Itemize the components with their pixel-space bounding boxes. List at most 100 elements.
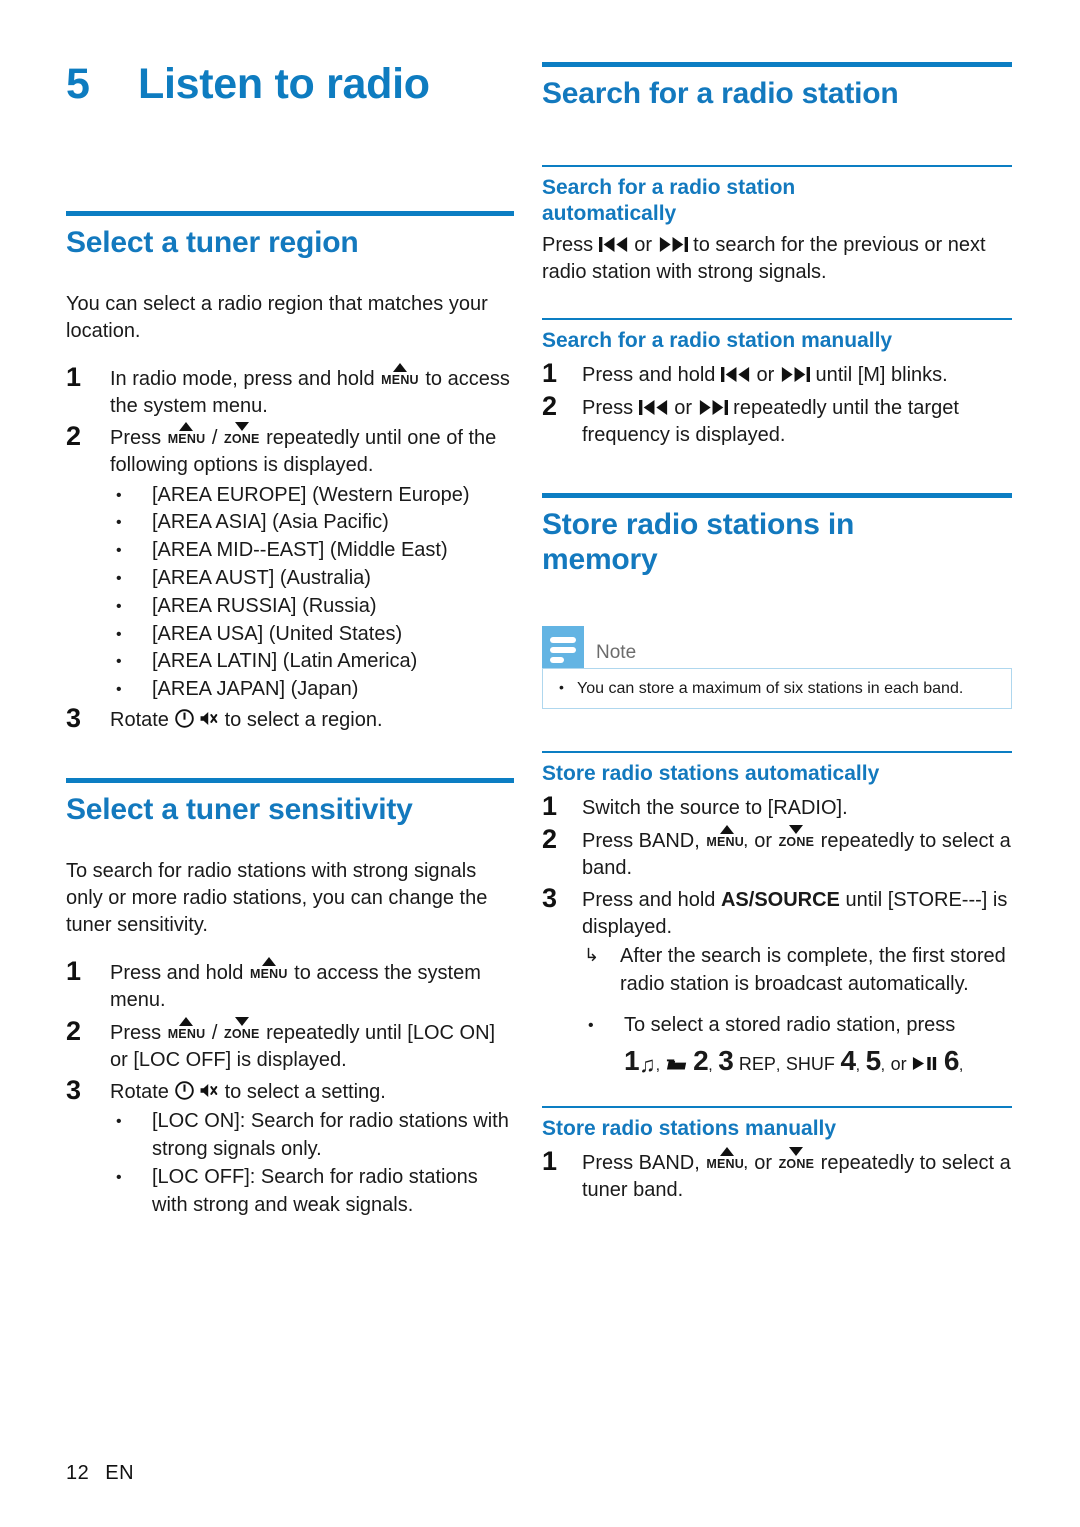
- as-source-button-label: AS/SOURCE: [720, 889, 840, 912]
- list-item-text: [AREA RUSSIA] (Russia): [152, 593, 514, 621]
- subsection-heading-line1: Search for a radio station: [542, 176, 796, 200]
- page-number: 12: [66, 1462, 90, 1484]
- step-number: 2: [66, 421, 82, 452]
- step-text: In radio mode, press and hold MENU to ac…: [110, 362, 514, 420]
- list-item: • [LOC ON]: Search for radio stations wit…: [110, 1108, 514, 1164]
- bullet-dot: •: [116, 625, 122, 643]
- menu-button-glyph: MENU: [167, 422, 207, 446]
- step-text-part: Press: [110, 1021, 162, 1044]
- step-2: 2 Press MENU / ZONE repeatedly until [LO…: [66, 1016, 514, 1074]
- step-3: 3 Rotate to select a setting.: [66, 1076, 514, 1106]
- preset-3-label: 3: [718, 1044, 734, 1076]
- power-icon: [174, 1081, 194, 1100]
- step-text-part: Rotate: [110, 1080, 169, 1103]
- text-part: Press BAND,: [582, 829, 700, 852]
- step-text: Press and hold MENU to access the system…: [110, 957, 514, 1014]
- note-icon: [542, 625, 584, 668]
- bullet-dot: •: [559, 678, 564, 695]
- zone-button-glyph: ZONE: [778, 824, 816, 849]
- page-footer: 12 EN: [66, 1462, 134, 1485]
- previous-track-icon: [598, 236, 627, 252]
- step-text-part: Press: [110, 427, 162, 450]
- list-item-text: [AREA ASIA] (Asia Pacific): [152, 509, 514, 537]
- note-item-text: You can store a maximum of six stations …: [577, 679, 964, 697]
- step-1: 1 Press and hold or until [M] blinks.: [542, 359, 1012, 389]
- menu-button-label: MENU: [167, 1026, 206, 1041]
- play-pause-icon: [913, 1056, 937, 1070]
- subsection-rule: [542, 751, 1012, 754]
- step-text: Press or repeatedly until the target fre…: [582, 392, 1012, 449]
- tuner-sensitivity-steps: 1 Press and hold MENU to access the syst…: [66, 957, 514, 1106]
- zone-button-label: ZONE: [223, 432, 260, 447]
- preset-button-row: 1♫, 2, 3 REP, SHUF 4, 5, or 6,: [624, 1044, 964, 1077]
- step-text-part: In radio mode, press and hold: [110, 367, 375, 390]
- text-part: or: [754, 1151, 773, 1174]
- preset-5-label: 5: [865, 1044, 882, 1076]
- search-manual-steps: 1 Press and hold or until [M] blinks. 2 …: [542, 359, 1012, 449]
- area-code: [AREA LATIN]: [152, 650, 278, 673]
- text-part: or: [674, 396, 693, 419]
- store-auto-steps: 1 Switch the source to [RADIO]. 2 Press …: [542, 792, 1012, 941]
- list-item: • [LOC OFF]: Search for radio stations wi…: [110, 1164, 514, 1220]
- area-desc: (Western Europe): [312, 483, 470, 506]
- area-desc: (Middle East): [329, 539, 448, 562]
- step-number: 1: [66, 956, 82, 987]
- preset-1-label: 1: [624, 1044, 640, 1076]
- music-note-icon: ♫: [639, 1051, 656, 1077]
- preset-intro-text: To select a stored radio station, press: [624, 1013, 956, 1036]
- step-text: Press MENU / ZONE repeatedly until one o…: [110, 422, 514, 479]
- mute-icon: [200, 1083, 218, 1097]
- bullet-dot: •: [116, 1168, 122, 1186]
- list-item: • [AREA LATIN] (Latin America): [110, 648, 514, 676]
- bullet-dot: •: [116, 597, 122, 615]
- list-item: • [AREA MID--EAST] (Middle East): [110, 537, 514, 565]
- bullet-dot: •: [116, 514, 122, 532]
- list-item-text: [AREA USA] (United States): [152, 621, 514, 649]
- text-part: Press and hold: [582, 364, 716, 387]
- menu-button-label: MENU: [249, 967, 288, 982]
- note-header: Note: [542, 625, 1012, 668]
- step-text: Press and hold AS/SOURCE until [STORE---…: [582, 884, 1012, 941]
- subsection-heading-search-manual: Search for a radio station manually: [542, 329, 893, 353]
- preset-6-label: 6: [943, 1044, 960, 1076]
- area-desc: (Russia): [302, 594, 377, 617]
- bullet-dot: •: [116, 486, 122, 504]
- tuner-region-steps: 1 In radio mode, press and hold MENU to …: [66, 363, 514, 480]
- text-part: until [M] blinks.: [815, 364, 948, 387]
- area-desc: (Asia Pacific): [272, 511, 389, 534]
- tuner-region-intro: You can select a radio region that match…: [66, 292, 488, 342]
- section-heading-tuner-sensitivity: Select a tuner sensitivity: [66, 793, 413, 827]
- zone-button-label: ZONE: [778, 1156, 815, 1171]
- text-part: or: [756, 364, 775, 387]
- subsection-heading-search-auto: Search for a radio station automatically: [542, 175, 1012, 225]
- list-item: • [AREA USA] (United States): [110, 621, 514, 649]
- subsection-heading-store-auto: Store radio stations automatically: [542, 762, 880, 786]
- next-track-icon: [781, 367, 810, 383]
- note-label: Note: [596, 641, 637, 663]
- area-code: [AREA RUSSIA]: [152, 594, 297, 617]
- note-body: • You can store a maximum of six stations…: [542, 667, 1012, 710]
- section-heading-search-station: Search for a radio station: [542, 77, 899, 110]
- mute-icon: [200, 711, 218, 726]
- text-part: or: [634, 233, 653, 256]
- step-text: Press BAND, MENU, or ZONE repeatedly to …: [582, 824, 1012, 882]
- step-number: 2: [542, 390, 558, 421]
- step-text-part: Press and hold: [110, 962, 244, 985]
- bullet-dot: •: [116, 681, 122, 699]
- subsection-rule: [542, 1105, 1012, 1108]
- step-number: 2: [542, 823, 558, 854]
- step-text: Switch the source to [RADIO].: [582, 797, 848, 820]
- section-heading-line2: memory: [542, 543, 658, 577]
- section-rule: [66, 211, 514, 217]
- bullet-dot: •: [116, 653, 122, 671]
- separator: /: [211, 1021, 218, 1044]
- loc-code: [LOC ON]: [152, 1110, 240, 1133]
- area-code: [AREA AUST]: [152, 567, 275, 590]
- bullet-dot: •: [116, 542, 122, 560]
- menu-button-glyph: MENU,: [705, 824, 748, 849]
- text-part: Press: [582, 396, 634, 419]
- left-column: 5 Listen to radio Select a tuner region …: [0, 0, 540, 1420]
- tuner-sensitivity-intro: To search for radio stations with strong…: [66, 859, 488, 936]
- area-code: [AREA ASIA]: [152, 511, 267, 534]
- menu-button-glyph: MENU: [249, 957, 289, 982]
